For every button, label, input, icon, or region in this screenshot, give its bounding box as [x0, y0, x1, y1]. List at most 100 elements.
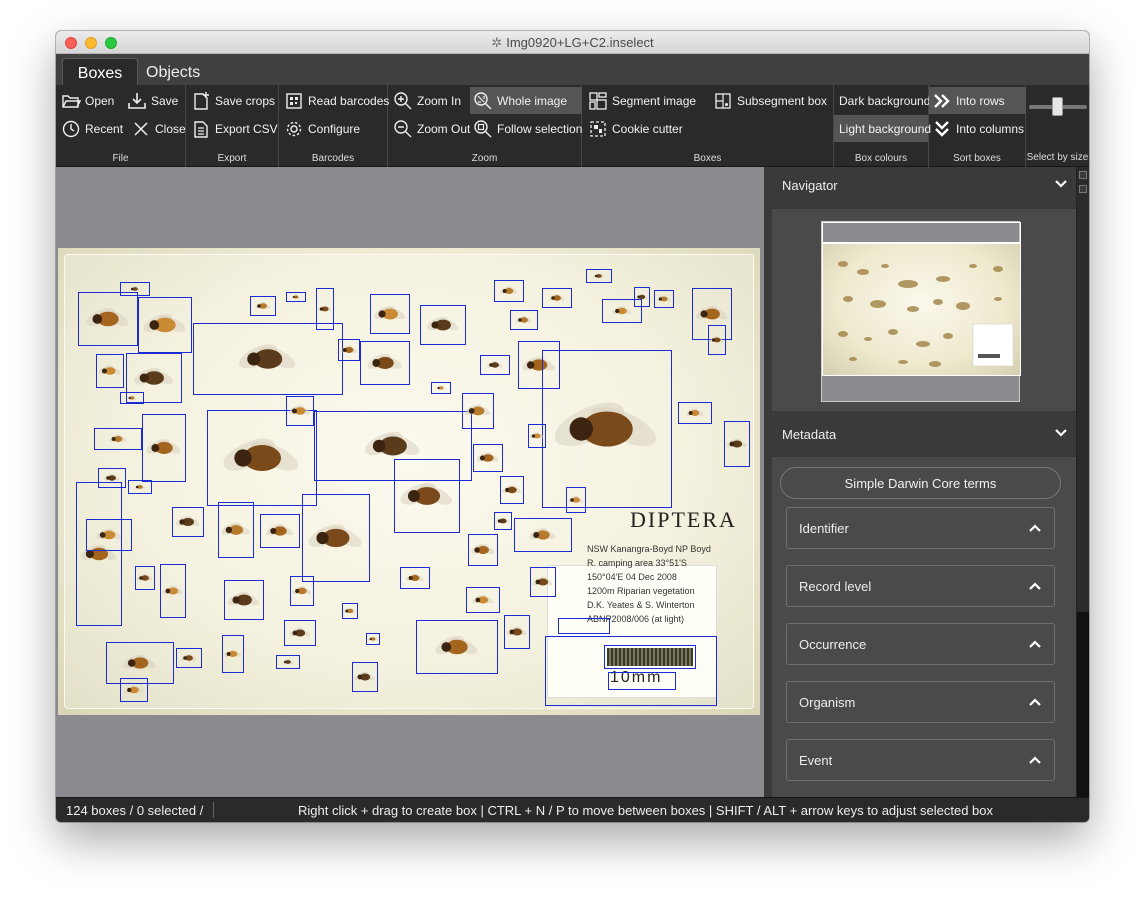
whole-image-button[interactable]: Whole image	[470, 87, 582, 114]
section-record-level-label: Record level	[799, 579, 872, 594]
status-bar: 124 boxes / 0 selected / Right click + d…	[56, 797, 1089, 822]
clock-history-icon	[62, 120, 80, 137]
scroll-down-button[interactable]	[1079, 185, 1087, 193]
into-columns-button[interactable]: Into columns	[929, 115, 1024, 142]
metadata-template-button[interactable]: Simple Darwin Core terms	[780, 467, 1061, 499]
zoom-in-button[interactable]: Zoom In	[390, 87, 461, 114]
export-csv-button[interactable]: Export CSV	[188, 115, 278, 142]
open-button[interactable]: Open	[58, 87, 114, 114]
insect-specimen	[476, 452, 499, 462]
section-event[interactable]: Event	[786, 739, 1055, 781]
insect-specimen	[146, 439, 181, 454]
section-identifier[interactable]: Identifier	[786, 507, 1055, 549]
insect-specimen	[317, 305, 332, 312]
insect-specimen	[136, 573, 153, 581]
insect-specimen	[486, 360, 503, 368]
bounding-box[interactable]	[558, 618, 610, 634]
section-occurrence[interactable]: Occurrence	[786, 623, 1055, 665]
subsegment-box-button[interactable]: Subsegment box	[710, 87, 827, 114]
select-by-size-slider[interactable]	[1029, 97, 1087, 116]
cookie-cutter-icon	[590, 120, 606, 137]
slider-thumb[interactable]	[1052, 97, 1063, 116]
insect-specimen	[709, 336, 724, 343]
subsegment-box-label: Subsegment box	[737, 93, 828, 108]
read-barcodes-button[interactable]: Read barcodes	[281, 87, 389, 114]
insect-specimen	[529, 432, 544, 439]
insect-specimen	[373, 305, 406, 320]
scroll-up-button[interactable]	[1079, 171, 1087, 179]
whole-image-label: Whole image	[497, 93, 568, 108]
insect-specimen	[354, 671, 375, 681]
insect-specimen	[224, 649, 242, 657]
gear-icon	[286, 121, 302, 136]
status-hint: Right click + drag to create box | CTRL …	[298, 803, 993, 818]
title-bar: ✲ Img0920+LG+C2.inselect	[56, 31, 1089, 54]
double-chevron-right-icon	[934, 93, 950, 108]
insect-specimen	[400, 482, 452, 505]
scroll-track[interactable]	[1077, 612, 1089, 797]
dark-background-label: Dark background	[839, 93, 931, 108]
thumbnail-specimens	[838, 261, 1014, 367]
export-group: Save crops Export CSV Export	[186, 85, 279, 167]
barcodes-group-label: Barcodes	[311, 153, 355, 164]
section-organism[interactable]: Organism	[786, 681, 1055, 723]
section-identifier-label: Identifier	[799, 521, 849, 536]
chevron-up-icon	[1029, 640, 1041, 648]
specimen-image[interactable]: DIPTERA NSW Kanangra-Boyd NP Boyd R. cam…	[58, 248, 760, 715]
insect-specimen	[266, 524, 293, 536]
zoom-group-label: Zoom	[471, 153, 498, 164]
section-organism-label: Organism	[799, 695, 856, 710]
zoom-out-button[interactable]: Zoom Out	[390, 115, 470, 142]
insect-specimen	[86, 308, 129, 327]
insect-specimen	[291, 294, 301, 299]
insect-specimen	[472, 594, 493, 604]
bounding-box[interactable]	[608, 672, 676, 690]
configure-label: Configure	[308, 121, 361, 136]
tab-boxes[interactable]: Boxes	[62, 58, 138, 85]
insect-specimen	[343, 607, 357, 614]
insect-specimen	[500, 286, 518, 294]
zoom-fit-icon	[474, 91, 492, 109]
window-title-text: Img0920+LG+C2.inselect	[506, 35, 654, 50]
export-csv-label: Export CSV	[215, 121, 278, 136]
segment-image-button[interactable]: Segment image	[585, 87, 696, 114]
light-background-button[interactable]: Light background	[834, 115, 931, 142]
configure-button[interactable]: Configure	[281, 115, 360, 142]
navigator-thumbnail[interactable]	[821, 221, 1021, 402]
insect-specimen	[254, 301, 271, 309]
barcodes-group: Read barcodes Configure Barcodes	[279, 85, 389, 167]
tab-bar: Boxes Objects	[56, 54, 1089, 85]
insect-specimen	[532, 576, 553, 586]
follow-selection-button[interactable]: Follow selection	[470, 115, 582, 142]
cookie-cutter-button[interactable]: Cookie cutter	[585, 115, 683, 142]
bounding-box[interactable]	[604, 645, 696, 669]
metadata-header[interactable]: Metadata	[772, 416, 1077, 452]
box-colours-group-label: Box colours	[854, 153, 908, 164]
chevron-down-icon	[1055, 180, 1067, 188]
insect-specimen	[124, 685, 144, 694]
navigator-header[interactable]: Navigator	[772, 167, 1077, 203]
label-line-5: D.K. Yeates & S. Winterton	[587, 600, 695, 610]
save-button[interactable]: Save	[124, 87, 178, 114]
section-record-level[interactable]: Record level	[786, 565, 1055, 607]
insect-specimen	[80, 544, 117, 561]
insect-specimen	[221, 522, 250, 535]
into-columns-label: Into columns	[956, 121, 1025, 136]
document-icon: ✲	[491, 35, 503, 50]
tab-objects[interactable]: Objects	[134, 58, 212, 85]
chevron-up-icon	[1029, 698, 1041, 706]
zoom-out-icon	[394, 119, 412, 137]
label-line-3: 150°04'E 04 Dec 2008	[587, 572, 677, 582]
insect-specimen	[495, 517, 510, 524]
sort-boxes-group: Into rows Into columns Sort boxes	[929, 85, 1026, 167]
into-rows-button[interactable]: Into rows	[929, 87, 1026, 114]
sidebar-scrollbar[interactable]	[1076, 167, 1089, 797]
insect-specimen	[109, 434, 127, 442]
recent-button[interactable]: Recent	[58, 115, 123, 142]
image-canvas[interactable]: DIPTERA NSW Kanangra-Boyd NP Boyd R. cam…	[56, 167, 764, 797]
insect-specimen	[367, 354, 402, 369]
dark-background-button[interactable]: Dark background	[834, 87, 931, 114]
close-button[interactable]: Close	[128, 115, 186, 142]
save-crops-button[interactable]: Save crops	[188, 87, 275, 114]
sidebar: Navigator Metadata Simple Darwin Core te…	[764, 167, 1089, 797]
